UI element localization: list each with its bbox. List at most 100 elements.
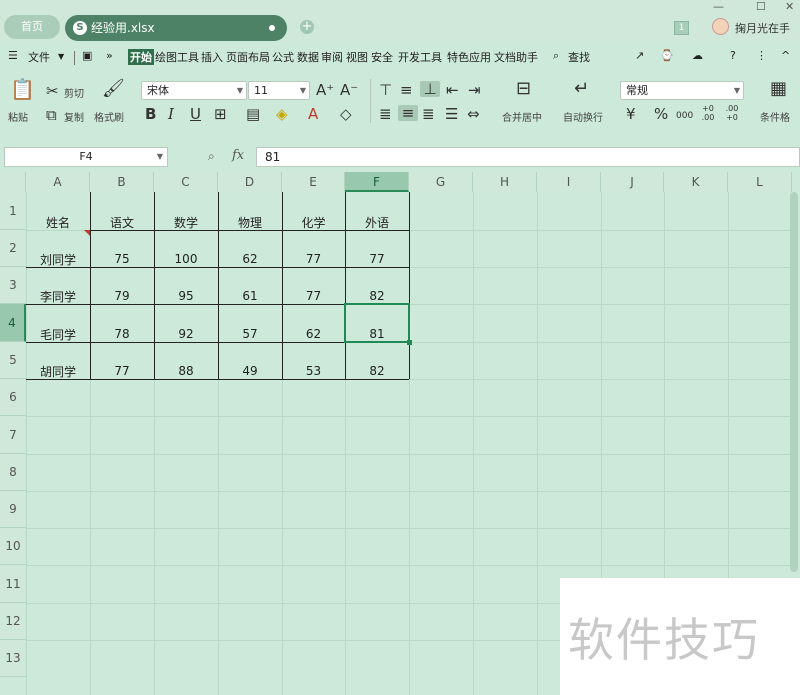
row-header-3[interactable]: 3 bbox=[0, 267, 26, 304]
row-header-6[interactable]: 6 bbox=[0, 379, 26, 416]
cell-f5[interactable]: 82 bbox=[345, 364, 409, 378]
minimize-icon[interactable]: — bbox=[713, 0, 724, 13]
wrap-text-label[interactable]: 自动换行 bbox=[563, 109, 603, 124]
cell-b3[interactable]: 79 bbox=[90, 289, 154, 303]
search-label[interactable]: 查找 bbox=[568, 49, 590, 65]
cell-c3[interactable]: 95 bbox=[154, 289, 218, 303]
column-header-k[interactable]: K bbox=[664, 172, 728, 192]
menu-drawing-tools[interactable]: 绘图工具 bbox=[155, 49, 199, 65]
column-header-d[interactable]: D bbox=[218, 172, 282, 192]
paste-icon[interactable]: 📋 bbox=[10, 79, 35, 99]
underline-icon[interactable]: U bbox=[190, 106, 201, 122]
row-header-4[interactable]: 4 bbox=[0, 304, 26, 342]
cell-e3[interactable]: 77 bbox=[282, 289, 345, 303]
cell-d5[interactable]: 49 bbox=[218, 364, 282, 378]
chevron-down-icon[interactable]: ▼ bbox=[58, 52, 64, 61]
cell-e5[interactable]: 53 bbox=[282, 364, 345, 378]
row-header-8[interactable]: 8 bbox=[0, 454, 26, 491]
cut-label[interactable]: 剪切 bbox=[64, 85, 84, 100]
cell-a1[interactable]: 姓名 bbox=[26, 214, 90, 231]
cell-d3[interactable]: 61 bbox=[218, 289, 282, 303]
thousands-icon[interactable]: 000 bbox=[676, 108, 693, 124]
menu-file[interactable]: 文件 bbox=[28, 49, 50, 65]
cell-c5[interactable]: 88 bbox=[154, 364, 218, 378]
fill-handle[interactable] bbox=[407, 340, 412, 345]
new-tab-button[interactable]: + bbox=[300, 20, 314, 34]
indent-decrease-icon[interactable]: ⇤ bbox=[446, 82, 459, 98]
menu-home-tab[interactable]: 开始 bbox=[128, 49, 154, 65]
cell-e2[interactable]: 77 bbox=[282, 252, 345, 266]
cell-a5[interactable]: 胡同学 bbox=[26, 363, 90, 380]
align-top-icon[interactable]: ⊤ bbox=[379, 82, 392, 98]
cell-c4[interactable]: 92 bbox=[154, 327, 218, 341]
copy-icon[interactable]: ⧉ bbox=[46, 107, 57, 123]
conditional-format-icon[interactable]: ▦ bbox=[770, 80, 787, 98]
decrease-font-icon[interactable]: A⁻ bbox=[340, 82, 358, 98]
menu-formulas[interactable]: 公式 bbox=[272, 49, 294, 65]
currency-icon[interactable]: ¥ bbox=[626, 106, 636, 122]
close-icon[interactable]: ✕ bbox=[785, 0, 794, 13]
cell-e4[interactable]: 62 bbox=[282, 327, 345, 341]
cell-f3[interactable]: 82 bbox=[345, 289, 409, 303]
cell-d2[interactable]: 62 bbox=[218, 252, 282, 266]
more-menu-icon[interactable]: » bbox=[106, 49, 113, 62]
justify-icon[interactable]: ☰ bbox=[445, 106, 458, 122]
align-middle-icon[interactable]: ≡ bbox=[400, 82, 413, 98]
font-name-select[interactable]: 宋体 ▼ bbox=[141, 81, 247, 100]
maximize-icon[interactable]: ☐ bbox=[756, 0, 766, 13]
cell-a2[interactable]: 刘同学 bbox=[26, 251, 90, 268]
column-header-b[interactable]: B bbox=[90, 172, 154, 192]
font-size-select[interactable]: 11 ▼ bbox=[248, 81, 310, 100]
column-header-e[interactable]: E bbox=[282, 172, 345, 192]
align-left-icon[interactable]: ≣ bbox=[379, 106, 392, 122]
menu-insert[interactable]: 插入 bbox=[201, 49, 223, 65]
row-header-10[interactable]: 10 bbox=[0, 528, 26, 565]
home-tab[interactable]: 首页 bbox=[4, 15, 60, 39]
percent-icon[interactable]: % bbox=[654, 106, 668, 122]
italic-icon[interactable]: I bbox=[168, 106, 174, 122]
cloud-icon[interactable]: ☁ bbox=[692, 49, 703, 62]
help-icon[interactable]: ? bbox=[730, 49, 736, 62]
cell-c2[interactable]: 100 bbox=[154, 252, 218, 266]
copy-label[interactable]: 复制 bbox=[64, 109, 84, 124]
avatar[interactable] bbox=[712, 18, 729, 35]
row-header-2[interactable]: 2 bbox=[0, 230, 26, 267]
history-icon[interactable]: ⌚ bbox=[660, 49, 674, 62]
cell-f1[interactable]: 外语 bbox=[345, 214, 409, 231]
menu-security[interactable]: 安全 bbox=[371, 49, 393, 65]
column-header-c[interactable]: C bbox=[154, 172, 218, 192]
row-header-1[interactable]: 1 bbox=[0, 192, 26, 230]
column-header-g[interactable]: G bbox=[409, 172, 473, 192]
row-header-13[interactable]: 13 bbox=[0, 640, 26, 677]
fill-color-icon[interactable]: ◈ bbox=[276, 106, 288, 122]
row-header-11[interactable]: 11 bbox=[0, 565, 26, 603]
menu-doc-assistant[interactable]: 文档助手 bbox=[494, 49, 538, 65]
format-painter-label[interactable]: 格式刷 bbox=[94, 109, 124, 124]
align-right-icon[interactable]: ≣ bbox=[422, 106, 435, 122]
hamburger-icon[interactable]: ☰ bbox=[8, 49, 18, 62]
merge-center-icon[interactable]: ⊟ bbox=[516, 80, 531, 98]
search-icon[interactable]: ⌕ bbox=[553, 49, 559, 63]
cell-a4[interactable]: 毛同学 bbox=[26, 326, 90, 343]
borders-icon[interactable]: ⊞ bbox=[214, 106, 227, 122]
menu-special-apps[interactable]: 特色应用 bbox=[447, 49, 491, 65]
scissors-icon[interactable]: ✂ bbox=[46, 83, 59, 99]
cell-e1[interactable]: 化学 bbox=[282, 214, 345, 231]
vertical-scrollbar[interactable] bbox=[790, 192, 798, 572]
unsaved-dot-icon[interactable] bbox=[269, 25, 275, 31]
cell-style-icon[interactable]: ▤ bbox=[246, 106, 260, 122]
cell-c1[interactable]: 数学 bbox=[154, 214, 218, 231]
formula-input[interactable]: 81 bbox=[256, 147, 800, 167]
menu-data[interactable]: 数据 bbox=[297, 49, 319, 65]
row-header-7[interactable]: 7 bbox=[0, 416, 26, 454]
menu-view[interactable]: 视图 bbox=[346, 49, 368, 65]
bold-icon[interactable]: B bbox=[145, 106, 156, 122]
collapse-ribbon-icon[interactable]: ^ bbox=[781, 49, 790, 62]
cell-b1[interactable]: 语文 bbox=[90, 214, 154, 231]
menu-review[interactable]: 审阅 bbox=[321, 49, 343, 65]
clear-format-icon[interactable]: ◇ bbox=[340, 106, 352, 122]
cell-f2[interactable]: 77 bbox=[345, 252, 409, 266]
column-header-h[interactable]: H bbox=[473, 172, 537, 192]
menu-page-layout[interactable]: 页面布局 bbox=[226, 49, 270, 65]
share-icon[interactable]: ↗ bbox=[635, 49, 644, 62]
